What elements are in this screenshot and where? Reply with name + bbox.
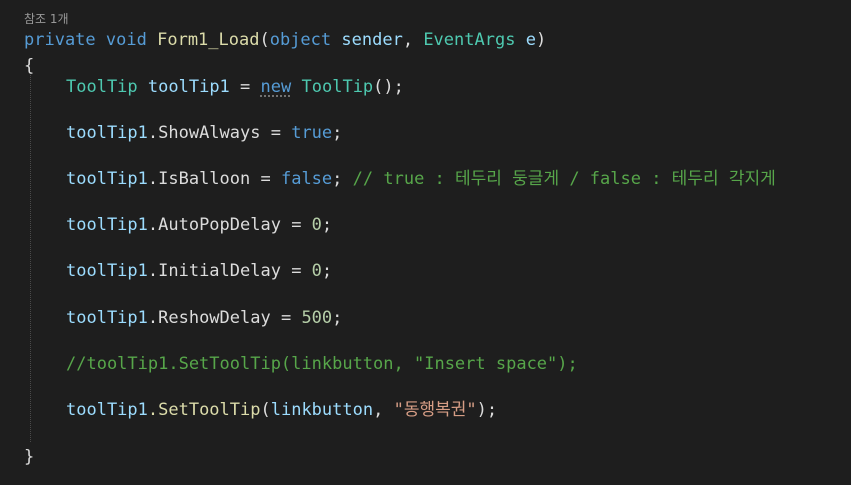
value-number: 500: [301, 308, 333, 328]
var-tooltip1: toolTip1: [147, 77, 230, 97]
value-false: false: [280, 169, 333, 189]
assign-op: =: [280, 215, 312, 235]
code-line-show-always[interactable]: toolTip1.ShowAlways = true;: [66, 123, 342, 143]
code-line-signature[interactable]: private void Form1_Load(object sender, E…: [24, 30, 546, 50]
code-line-auto-pop-delay[interactable]: toolTip1.AutoPopDelay = 0;: [66, 215, 332, 235]
obj-tooltip1: toolTip1: [66, 215, 148, 235]
prop-auto-pop-delay: .AutoPopDelay: [147, 215, 281, 235]
keyword-private: private: [24, 30, 96, 50]
ctor-call-end: ();: [373, 77, 404, 97]
indent-guide: [30, 72, 31, 442]
code-line-set-tooltip[interactable]: toolTip1.SetToolTip(linkbutton, "동행복권");: [66, 400, 497, 420]
prop-is-balloon: .IsBalloon: [147, 169, 251, 189]
obj-tooltip1: toolTip1: [66, 123, 148, 143]
close-paren: ): [535, 30, 547, 50]
obj-tooltip1: toolTip1: [66, 169, 148, 189]
comment-balloon: // true : 테두리 둥글게 / false : 테두리 각지게: [352, 169, 776, 189]
type-tooltip: ToolTip: [66, 77, 138, 97]
prop-initial-delay: .InitialDelay: [147, 261, 281, 281]
value-number: 0: [311, 261, 322, 281]
arg-linkbutton: linkbutton: [270, 400, 374, 420]
code-line-is-balloon[interactable]: toolTip1.IsBalloon = false; // true : 테두…: [66, 169, 776, 189]
open-paren: (: [260, 400, 271, 420]
semicolon: ;: [332, 123, 343, 143]
close-brace: }: [24, 447, 35, 467]
keyword-new: new: [260, 77, 292, 97]
obj-tooltip1: toolTip1: [66, 400, 148, 420]
open-brace: {: [24, 56, 35, 76]
code-line-close-brace[interactable]: }: [24, 447, 34, 467]
code-line-initial-delay[interactable]: toolTip1.InitialDelay = 0;: [66, 261, 332, 281]
obj-tooltip1: toolTip1: [66, 308, 148, 328]
code-line-open-brace[interactable]: {: [24, 56, 34, 76]
comma: ,: [402, 30, 414, 50]
semicolon: ;: [332, 308, 343, 328]
semicolon: ;: [321, 215, 333, 235]
keyword-void: void: [105, 30, 147, 50]
assign-op: =: [280, 261, 312, 281]
method-set-tooltip: .SetToolTip: [147, 400, 261, 420]
semicolon: ;: [321, 261, 333, 281]
param-sender: sender: [341, 30, 403, 50]
value-number: 0: [311, 215, 322, 235]
param-e: e: [525, 30, 536, 50]
semicolon: ;: [332, 169, 343, 189]
obj-tooltip1: toolTip1: [66, 261, 148, 281]
codelens-reference-count[interactable]: 참조 1개: [24, 10, 69, 27]
keyword-object: object: [269, 30, 332, 50]
prop-show-always: .ShowAlways: [147, 123, 261, 143]
comma: ,: [373, 400, 394, 420]
string-literal: "동행복권": [393, 400, 477, 420]
value-true: true: [291, 123, 333, 143]
comment-set-tooltip: //toolTip1.SetToolTip(linkbutton, "Inser…: [66, 354, 578, 374]
assign-op: =: [250, 169, 281, 189]
code-editor[interactable]: 참조 1개 private void Form1_Load(object sen…: [0, 0, 851, 485]
prop-reshow-delay: .ReshowDelay: [147, 308, 271, 328]
call-end: );: [476, 400, 498, 420]
code-line-commented-out[interactable]: //toolTip1.SetToolTip(linkbutton, "Inser…: [66, 354, 578, 374]
assign-op: =: [270, 308, 302, 328]
code-line-reshow-delay[interactable]: toolTip1.ReshowDelay = 500;: [66, 308, 342, 328]
assign-op: =: [240, 77, 251, 97]
code-line-declaration[interactable]: ToolTip toolTip1 = new ToolTip();: [66, 77, 404, 97]
assign-op: =: [260, 123, 292, 143]
open-paren: (: [259, 30, 270, 50]
type-eventargs: EventArgs: [423, 30, 516, 50]
method-name: Form1_Load: [157, 30, 260, 50]
ctor-tooltip: ToolTip: [301, 77, 374, 97]
